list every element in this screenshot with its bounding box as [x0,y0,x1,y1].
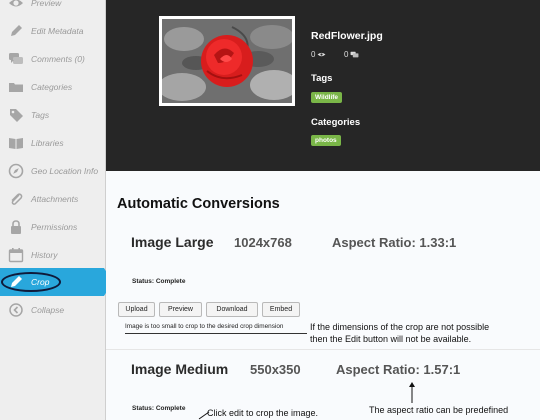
sidebar: Preview Edit Metadata Comments (0) Categ… [0,0,113,420]
status-text: Status: Complete [132,405,186,412]
comments-icon [351,51,359,58]
sidebar-item-history[interactable]: History [0,241,106,269]
comments-count: 0 [344,50,359,59]
sidebar-item-label: Edit Metadata [31,26,84,36]
sidebar-item-label: Preview [31,0,62,8]
red-flower-image [162,19,292,103]
sidebar-item-libraries[interactable]: Libraries [0,129,106,157]
preview-button[interactable]: Preview [159,302,202,317]
image-medium-size: 550x350 [250,362,301,377]
highlight-circle [1,272,61,292]
embed-button[interactable]: Embed [262,302,300,317]
collapse-arrow-icon [8,302,24,318]
category-badge[interactable]: photos [311,135,341,146]
tag-badge[interactable]: Wildlife [311,92,343,103]
calendar-icon [8,247,24,263]
media-header: RedFlower.jpg 0 0 Tags Wildlife Categori… [106,0,540,171]
comments-icon [8,51,24,67]
sidebar-item-collapse[interactable]: Collapse [0,296,106,324]
book-icon [8,135,24,151]
sidebar-item-comments[interactable]: Comments (0) [0,45,106,73]
sidebar-item-tags[interactable]: Tags [0,101,106,129]
image-medium-aspect-ratio: Aspect Ratio: 1.57:1 [336,362,461,377]
conversions-panel: Automatic Conversions Image Large 1024x7… [106,171,540,420]
section-title: Automatic Conversions [117,196,280,212]
eye-icon [318,52,326,57]
file-name: RedFlower.jpg [311,30,383,42]
paperclip-icon [8,191,24,207]
warning-underline [125,333,307,334]
sidebar-item-label: History [31,250,58,260]
sidebar-item-preview[interactable]: Preview [0,0,106,17]
up-arrow-icon [409,382,415,403]
image-large-aspect-ratio: Aspect Ratio: 1.33:1 [332,235,457,250]
image-large-title: Image Large [131,234,214,250]
sidebar-item-attachments[interactable]: Attachments [0,185,106,213]
folder-icon [8,79,24,95]
sidebar-item-label: Geo Location Info [31,166,99,176]
download-button[interactable]: Download [206,302,258,317]
sidebar-item-geo-location[interactable]: Geo Location Info [0,157,106,185]
categories-heading: Categories [311,117,361,128]
note-crop-line1: If the dimensions of the crop are not po… [310,322,490,332]
note-aspect: The aspect ratio can be predefined [369,405,509,415]
note-crop-line2: then the Edit button will not be availab… [310,334,472,344]
sidebar-item-edit-metadata[interactable]: Edit Metadata [0,17,106,45]
eye-icon [8,0,24,11]
status-text: Status: Complete [132,278,186,285]
tag-icon [8,107,24,123]
image-medium-title: Image Medium [131,361,229,377]
sidebar-item-label: Attachments [31,194,79,204]
crop-warning-text: Image is too small to crop to the desire… [125,323,284,330]
sidebar-item-label: Libraries [31,138,64,148]
compass-icon [8,163,24,179]
sidebar-item-permissions[interactable]: Permissions [0,213,106,241]
views-count: 0 [311,50,326,59]
image-large-size: 1024x768 [234,235,292,250]
sidebar-item-label: Collapse [31,305,65,315]
sidebar-item-label: Comments (0) [31,54,85,64]
sidebar-item-label: Categories [31,82,73,92]
upload-button[interactable]: Upload [118,302,155,317]
row-divider [106,349,540,350]
sidebar-item-categories[interactable]: Categories [0,73,106,101]
pencil-icon [8,23,24,39]
lock-icon [8,219,24,235]
sidebar-item-label: Permissions [31,222,78,232]
note-edit: Click edit to crop the image. [207,408,319,418]
sidebar-item-crop[interactable]: Crop [0,268,113,296]
tags-heading: Tags [311,73,333,84]
sidebar-item-label: Tags [31,110,50,120]
image-thumbnail[interactable] [159,16,295,106]
